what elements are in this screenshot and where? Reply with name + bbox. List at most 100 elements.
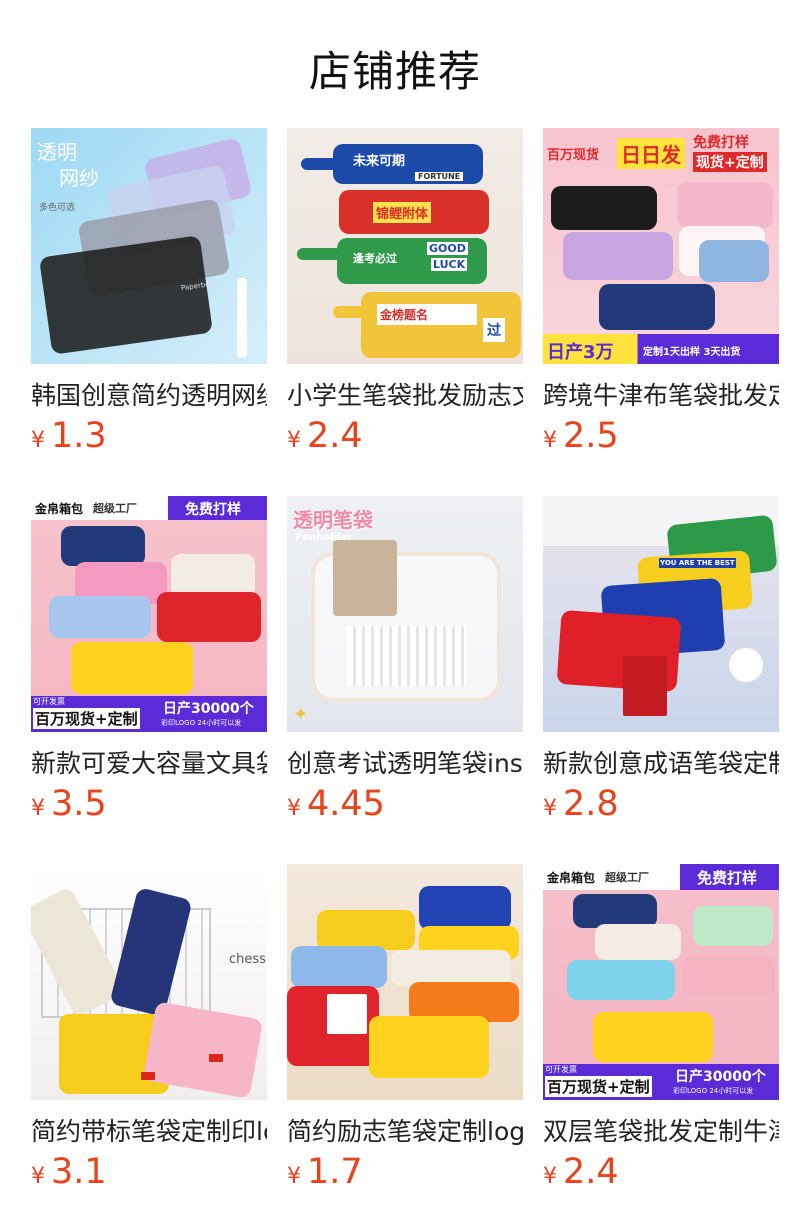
currency-symbol: ¥: [31, 1164, 45, 1189]
product-card[interactable]: YOU ARE THE BEST 新款创意成语笔袋定制 ¥2.8: [543, 496, 779, 824]
image-text: 日产30000个: [163, 701, 254, 717]
image-text: 未来可期: [353, 150, 406, 169]
price-row: ¥2.5: [543, 416, 619, 460]
product-price: 1.3: [51, 416, 107, 456]
image-text: 日产30000个: [675, 1069, 766, 1085]
image-text: 金帛箱包: [547, 871, 596, 885]
image-text: 过: [483, 318, 505, 342]
image-text: 百万现货+定制: [545, 1076, 652, 1097]
product-price: 1.7: [307, 1152, 363, 1192]
image-text: 多色可选: [39, 203, 76, 213]
image-text: 金榜题名: [377, 304, 477, 325]
price-row: ¥2.4: [287, 416, 363, 460]
pouch-illustration: [693, 906, 773, 946]
currency-symbol: ¥: [543, 428, 557, 453]
price-row: ¥2.4: [543, 1152, 619, 1196]
product-price: 2.4: [563, 1152, 619, 1192]
product-name[interactable]: 简约励志笔袋定制logo: [287, 1115, 523, 1149]
image-text: 超级工厂: [605, 871, 649, 884]
image-text: 现货+定制: [693, 152, 767, 172]
currency-symbol: ¥: [31, 796, 45, 821]
pouch-illustration: [595, 924, 681, 960]
price-row: ¥2.8: [543, 784, 619, 828]
currency-symbol: ¥: [31, 428, 45, 453]
product-price: 2.5: [563, 416, 619, 456]
currency-symbol: ¥: [543, 1164, 557, 1189]
pens-illustration: [347, 626, 467, 686]
pouch-illustration: [599, 284, 715, 330]
tape-illustration: [729, 648, 763, 682]
product-image[interactable]: [287, 864, 523, 1100]
sponge-illustration: [333, 540, 397, 616]
product-price: 3.5: [51, 784, 107, 824]
product-card[interactable]: 未来可期 FORTUNE 锦鲤附体 逢考必过 GOOD LUCK 金榜题名 过 …: [287, 128, 523, 456]
product-card[interactable]: chess 简约带标笔袋定制印logo ¥3.1: [31, 864, 267, 1192]
product-name[interactable]: 新款可爱大容量文具袋: [31, 747, 267, 781]
image-text: 超级工厂: [93, 502, 137, 515]
product-image[interactable]: 未来可期 FORTUNE 锦鲤附体 逢考必过 GOOD LUCK 金榜题名 过: [287, 128, 523, 364]
product-image[interactable]: 透明笔袋 Penholder ✦: [287, 496, 523, 732]
product-name[interactable]: 小学生笔袋批发励志文具袋: [287, 379, 523, 413]
pen-illustration: [237, 278, 247, 358]
product-card[interactable]: 百万现货 日日发 免费打样 现货+定制 日产3万 定制1天出样 3天出货 跨境牛…: [543, 128, 779, 456]
product-name[interactable]: 韩国创意简约透明网纱笔袋: [31, 379, 267, 413]
product-name[interactable]: 简约带标笔袋定制印logo: [31, 1115, 267, 1149]
image-text: 网纱: [59, 166, 99, 190]
pouch-illustration: [291, 946, 387, 988]
product-card[interactable]: 简约励志笔袋定制logo ¥1.7: [287, 864, 523, 1192]
product-image[interactable]: 透明 网纱 多色可选 Paperbox: [31, 128, 267, 364]
product-image[interactable]: 金帛箱包 超级工厂 免费打样 可开发票 百万现货+定制 日产30000个 彩印L…: [31, 496, 267, 732]
price-row: ¥4.45: [287, 784, 385, 828]
image-text: 金帛箱包: [35, 502, 84, 516]
product-price: 2.4: [307, 416, 363, 456]
pouch-illustration: [61, 526, 145, 566]
product-name[interactable]: 双层笔袋批发定制牛津布: [543, 1115, 779, 1149]
image-text: 免费打样: [693, 135, 749, 151]
product-name[interactable]: 创意考试透明笔袋ins风: [287, 747, 523, 781]
product-image[interactable]: 金帛箱包 超级工厂 免费打样 可开发票 百万现货+定制 日产30000个 彩印L…: [543, 864, 779, 1100]
product-image[interactable]: chess: [31, 864, 267, 1100]
pouch-illustration: [71, 642, 193, 694]
pouch-illustration: [369, 1016, 489, 1078]
currency-symbol: ¥: [287, 428, 301, 453]
pouch-illustration: [317, 910, 415, 950]
product-card[interactable]: 金帛箱包 超级工厂 免费打样 可开发票 百万现货+定制 日产30000个 彩印L…: [543, 864, 779, 1192]
product-image[interactable]: 百万现货 日日发 免费打样 现货+定制 日产3万 定制1天出样 3天出货: [543, 128, 779, 364]
currency-symbol: ¥: [287, 796, 301, 821]
image-text: 透明: [37, 140, 77, 164]
image-text: 彩印LOGO 24小时可以发: [673, 1087, 754, 1095]
image-text: GOOD: [427, 242, 468, 255]
image-text: YOU ARE THE BEST: [659, 558, 736, 568]
product-card[interactable]: 金帛箱包 超级工厂 免费打样 可开发票 百万现货+定制 日产30000个 彩印L…: [31, 496, 267, 824]
price-row: ¥1.7: [287, 1152, 363, 1196]
image-text: 定制1天出样 3天出货: [643, 347, 741, 358]
product-card[interactable]: 透明 网纱 多色可选 Paperbox 韩国创意简约透明网纱笔袋 ¥1.3: [31, 128, 267, 456]
image-text: 日日发: [617, 138, 685, 169]
currency-symbol: ¥: [543, 796, 557, 821]
pouch-handle: [333, 306, 367, 318]
product-name[interactable]: 跨境牛津布笔袋批发定制: [543, 379, 779, 413]
image-text: chess: [229, 952, 266, 967]
product-image[interactable]: YOU ARE THE BEST: [543, 496, 779, 732]
brand-label: [209, 1054, 223, 1062]
card-illustration: [623, 656, 667, 716]
pouch-illustration: [699, 240, 769, 282]
product-price: 4.45: [307, 784, 385, 824]
image-text: 日产3万: [547, 342, 614, 363]
product-name[interactable]: 新款创意成语笔袋定制: [543, 747, 779, 781]
brand-label: [141, 1072, 155, 1080]
pouch-handle: [297, 248, 341, 260]
image-text: LUCK: [431, 258, 468, 271]
pouch-handle: [301, 158, 341, 170]
product-card[interactable]: 透明笔袋 Penholder ✦ 创意考试透明笔袋ins风 ¥4.45: [287, 496, 523, 824]
product-price: 2.8: [563, 784, 619, 824]
product-price: 3.1: [51, 1152, 107, 1192]
pouch-illustration: [677, 182, 773, 228]
price-row: ¥3.5: [31, 784, 107, 828]
pouch-illustration: [419, 886, 511, 930]
pouch-illustration: [551, 186, 657, 230]
pouch-illustration: [563, 232, 673, 280]
card-illustration: [327, 994, 367, 1034]
pouch-illustration: [391, 950, 511, 986]
image-text: 可开发票: [545, 1065, 577, 1074]
